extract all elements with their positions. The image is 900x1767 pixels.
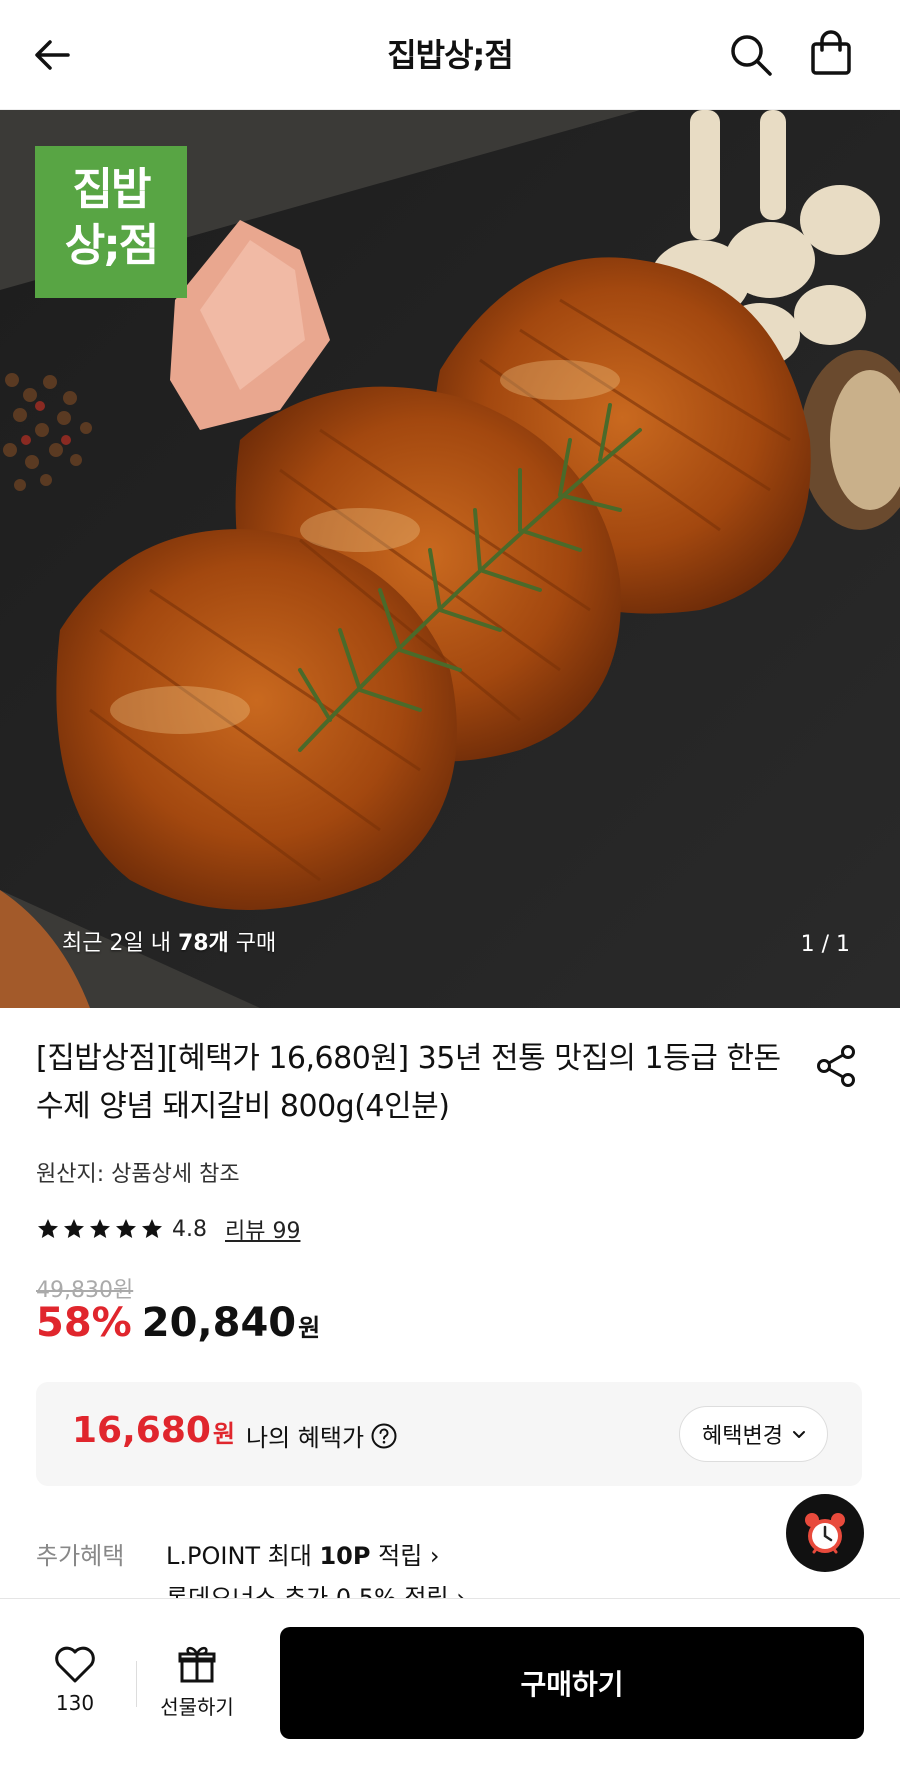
benefit-label-row: 나의 혜택가 (246, 1418, 398, 1453)
shopping-bag-icon[interactable] (806, 28, 856, 78)
lpoint-suffix: 적립 › (370, 1542, 440, 1570)
chevron-down-icon (793, 1431, 805, 1438)
product-image[interactable]: 집밥 상;점 최근 2일 내 78개 구매 1 / 1 (0, 110, 900, 1008)
star-icon (90, 1219, 110, 1238)
lpoint-benefit-link[interactable]: L.POINT 최대 10P 적립 › (166, 1536, 440, 1571)
star-icon (64, 1219, 84, 1238)
rating-score: 4.8 (172, 1216, 207, 1242)
extra-benefit-label: 추가혜택 (36, 1542, 125, 1570)
product-title: [집밥상점][혜택가 16,680원] 35년 전통 맛집의 1등급 한돈 수제… (36, 1041, 781, 1124)
recent-purchase-count: 최근 2일 내 78개 구매 (62, 925, 276, 957)
lotte-owners-benefit-link[interactable]: 롯데오너스 추가 0.5% 적립 › (166, 1580, 466, 1598)
origin-info: 원산지: 상품상세 참조 (36, 1162, 240, 1187)
benefit-price-unit: 원 (212, 1420, 236, 1448)
gift-icon (178, 1646, 216, 1683)
wishlist-count: 130 (55, 1691, 95, 1715)
gift-button[interactable]: 선물하기 (152, 1643, 242, 1720)
benefit-price-box: 16,680 원 나의 혜택가 혜택변경 (36, 1382, 862, 1486)
sale-price: 20,840 (141, 1300, 297, 1346)
change-benefit-button[interactable]: 혜택변경 (679, 1406, 828, 1462)
benefit-price-value: 16,680 (72, 1410, 211, 1451)
rating-row: 4.8 리뷰 99 (36, 1212, 300, 1246)
divider (136, 1661, 137, 1707)
alarm-clock-icon (805, 1513, 845, 1554)
star-rating (36, 1217, 164, 1241)
bottom-action-bar: 130 선물하기 구매하기 (0, 1598, 900, 1767)
buy-button[interactable]: 구매하기 (280, 1627, 864, 1739)
recent-suffix: 구매 (228, 931, 277, 956)
share-icon[interactable] (812, 1042, 860, 1090)
image-pager: 1 / 1 (800, 932, 850, 957)
price-row: 58% 20,840 원 (36, 1300, 320, 1346)
brand-logo-line-2: 상;점 (64, 220, 160, 271)
review-link[interactable]: 리뷰 99 (225, 1213, 300, 1245)
recent-count: 78개 (177, 931, 229, 956)
lpoint-amount: 10P (319, 1542, 371, 1570)
search-icon[interactable] (726, 30, 776, 80)
change-benefit-label: 혜택변경 (702, 1424, 783, 1449)
gift-label: 선물하기 (160, 1695, 234, 1719)
top-app-bar: 집밥상;점 (0, 0, 900, 110)
discount-rate: 58% (36, 1300, 132, 1346)
heart-icon (55, 1646, 95, 1683)
star-icon (116, 1219, 136, 1238)
lpoint-prefix: L.POINT 최대 (166, 1542, 320, 1570)
wishlist-button[interactable]: 130 (40, 1645, 110, 1715)
benefit-price: 16,680 원 (72, 1410, 235, 1451)
recent-prefix: 최근 2일 내 (62, 931, 178, 956)
brand-logo-line-1: 집밥 (72, 164, 152, 215)
brand-logo: 집밥 상;점 (35, 146, 187, 298)
star-icon (142, 1219, 162, 1238)
star-icon (38, 1219, 58, 1238)
help-question-icon[interactable] (370, 1422, 398, 1450)
sale-price-unit: 원 (298, 1314, 321, 1342)
benefit-label: 나의 혜택가 (246, 1424, 365, 1452)
alarm-clock-button[interactable] (786, 1494, 864, 1572)
